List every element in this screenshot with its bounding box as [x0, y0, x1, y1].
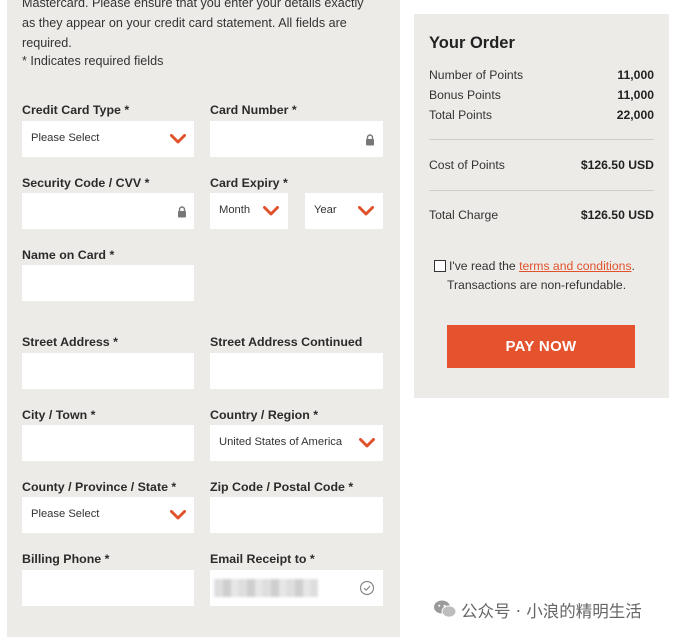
zip-input[interactable]: [210, 497, 383, 533]
chevron-down-icon: [358, 206, 374, 216]
terms-link[interactable]: terms and conditions: [519, 259, 631, 273]
check-circle-icon: [359, 580, 375, 596]
email-input[interactable]: [210, 570, 383, 606]
blurred-email-value: [214, 579, 318, 597]
chevron-down-icon: [170, 510, 186, 520]
phone-input[interactable]: [22, 570, 194, 606]
wechat-icon: [434, 600, 457, 618]
street-address-label: Street Address *: [22, 335, 118, 349]
name-on-card-input[interactable]: [22, 265, 194, 301]
bonus-points-label: Bonus Points: [429, 88, 501, 102]
points-row: Number of Points 11,000: [429, 68, 654, 82]
city-label: City / Town *: [22, 408, 96, 422]
name-on-card-label: Name on Card *: [22, 248, 115, 262]
card-expiry-label: Card Expiry *: [210, 176, 288, 190]
terms-prefix: I've read the: [449, 259, 520, 273]
intro-line-1: Mastercard. Please ensure that you enter…: [22, 0, 364, 10]
expiry-year-value: Year: [314, 204, 337, 216]
lock-icon: [178, 206, 186, 218]
chevron-down-icon: [263, 206, 279, 216]
cost-value: $126.50 USD: [580, 158, 654, 172]
terms-checkbox[interactable]: [434, 260, 446, 272]
state-select[interactable]: Please Select: [22, 497, 194, 533]
street-address-input[interactable]: [22, 353, 194, 389]
cost-row: Cost of Points $126.50 USD: [429, 158, 654, 172]
card-type-select[interactable]: Please Select: [22, 121, 194, 157]
cost-label: Cost of Points: [429, 158, 505, 172]
expiry-month-value: Month: [219, 204, 251, 216]
total-charge-value: $126.50 USD: [580, 208, 654, 222]
intro-line-2: as they appear on your credit card state…: [22, 16, 347, 30]
required-fields-note: * Indicates required fields: [22, 54, 164, 68]
expiry-month-select[interactable]: Month: [210, 193, 288, 229]
city-input[interactable]: [22, 425, 194, 461]
terms-suffix: .: [631, 259, 635, 273]
card-number-label: Card Number *: [210, 103, 297, 117]
state-label: County / Province / State *: [22, 480, 177, 494]
order-title: Your Order: [429, 34, 515, 52]
points-value: 11,000: [617, 68, 654, 82]
state-value: Please Select: [31, 508, 100, 520]
total-charge-row: Total Charge $126.50 USD: [429, 208, 654, 222]
payment-form-panel: [7, 0, 400, 637]
total-points-row: Total Points 22,000: [429, 108, 654, 122]
card-number-input[interactable]: [210, 121, 383, 157]
expiry-year-select[interactable]: Year: [305, 193, 383, 229]
street-address-2-input[interactable]: [210, 353, 383, 389]
intro-line-3: required.: [22, 36, 72, 50]
terms-line-2: Transactions are non-refundable.: [447, 278, 627, 292]
lock-icon: [366, 134, 374, 146]
email-label: Email Receipt to *: [210, 552, 315, 566]
form-intro-text: Mastercard. Please ensure that you enter…: [22, 0, 382, 53]
total-points-value: 22,000: [616, 108, 654, 122]
terms-block: I've read the terms and conditions. Tran…: [434, 257, 659, 295]
watermark: 公众号 · 小浪的精明生活: [433, 597, 683, 621]
country-label: Country / Region *: [210, 408, 319, 422]
card-type-value: Please Select: [31, 132, 100, 144]
country-select[interactable]: United States of America: [210, 425, 383, 461]
street-address-2-label: Street Address Continued: [210, 335, 363, 349]
chevron-down-icon: [359, 438, 375, 448]
security-code-label: Security Code / CVV *: [22, 176, 150, 190]
terms-line-1: I've read the terms and conditions.: [434, 257, 659, 276]
security-code-input[interactable]: [22, 193, 194, 229]
total-charge-label: Total Charge: [429, 208, 499, 222]
points-label: Number of Points: [429, 68, 524, 82]
watermark-text: 公众号 · 小浪的精明生活: [461, 602, 642, 621]
total-points-label: Total Points: [429, 108, 493, 122]
chevron-down-icon: [170, 134, 186, 144]
bonus-points-value: 11,000: [617, 88, 654, 102]
bonus-points-row: Bonus Points 11,000: [429, 88, 654, 102]
order-summary-panel: Your Order Number of Points 11,000 Bonus…: [414, 14, 669, 398]
divider: [429, 139, 654, 140]
phone-label: Billing Phone *: [22, 552, 110, 566]
zip-label: Zip Code / Postal Code *: [210, 480, 354, 494]
country-value: United States of America: [219, 436, 343, 448]
card-type-label: Credit Card Type *: [22, 103, 130, 117]
pay-now-button[interactable]: PAY NOW: [447, 325, 635, 368]
divider: [429, 190, 654, 191]
